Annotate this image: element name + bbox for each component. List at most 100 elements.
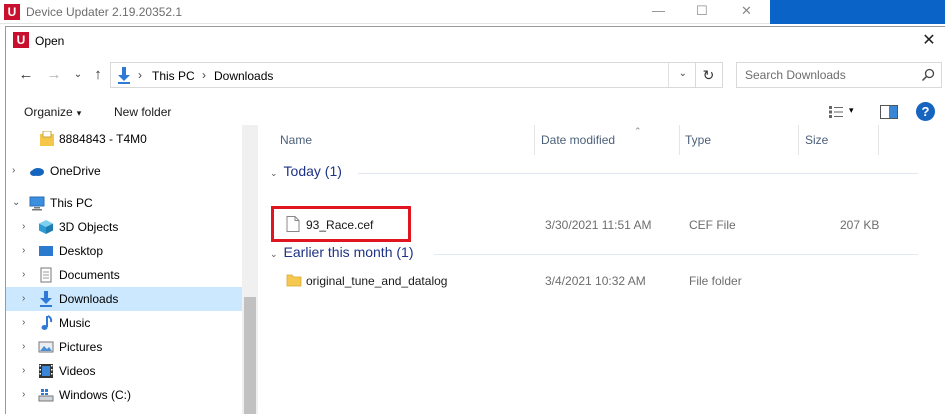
search-input[interactable] (737, 63, 917, 87)
navigation-pane: 8884843 - T4M0 › OneDrive ⌄ This PC › 3D… (6, 125, 258, 414)
background-close-icon[interactable]: ✕ (741, 3, 752, 19)
nav-item-quick-access-folder[interactable]: 8884843 - T4M0 (6, 127, 242, 151)
address-bar[interactable]: › This PC › Downloads ⌄ (110, 62, 696, 88)
view-dropdown-icon[interactable]: ▾ (849, 105, 854, 116)
dialog-close-button[interactable]: ✕ (917, 29, 941, 53)
document-icon (40, 267, 52, 283)
column-divider[interactable] (798, 125, 799, 155)
organize-caret-icon: ▾ (76, 108, 82, 118)
view-options-icon[interactable] (828, 105, 844, 119)
desktop-icon (39, 246, 53, 256)
forward-button[interactable]: → (44, 65, 64, 85)
column-divider[interactable] (534, 125, 535, 155)
group-header-today[interactable]: ⌄ Today (1) (270, 163, 342, 179)
expand-chevron-icon[interactable]: › (22, 341, 25, 352)
command-toolbar: Organize ▾ New folder ▾ ? (6, 99, 945, 125)
nav-item-pictures[interactable]: › Pictures (6, 335, 242, 359)
desktop-background (770, 0, 945, 24)
nav-item-label: Downloads (59, 292, 119, 306)
nav-item-desktop[interactable]: › Desktop (6, 239, 242, 263)
sort-indicator-icon: ⌃ (634, 126, 642, 136)
column-header-size[interactable]: Size (805, 133, 828, 147)
expand-chevron-icon[interactable]: › (12, 165, 15, 176)
expand-chevron-icon[interactable]: › (22, 365, 25, 376)
nav-item-label: Videos (59, 364, 96, 378)
column-header-name[interactable]: Name (280, 133, 312, 147)
column-header-type[interactable]: Type (685, 133, 711, 147)
organize-label: Organize (24, 105, 73, 119)
drive-icon (38, 389, 54, 402)
nav-item-documents[interactable]: › Documents (6, 263, 242, 287)
nav-item-label: OneDrive (50, 164, 101, 178)
nav-scrollbar-thumb[interactable] (244, 297, 256, 414)
downloads-location-icon (118, 67, 130, 84)
expand-chevron-icon[interactable]: › (22, 317, 25, 328)
nav-item-label: Pictures (59, 340, 103, 354)
background-app-titlebar: U Device Updater 2.19.20352.1 — ☐ ✕ (0, 0, 770, 24)
folder-icon (286, 274, 302, 287)
nav-item-label: 8884843 - T4M0 (59, 132, 147, 146)
nav-item-music[interactable]: › Music (6, 311, 242, 335)
back-button[interactable]: ← (16, 65, 36, 85)
breadcrumb-downloads[interactable]: Downloads (214, 69, 273, 83)
expand-chevron-icon[interactable]: › (22, 389, 25, 400)
nav-item-label: This PC (50, 196, 93, 210)
nav-item-this-pc[interactable]: ⌄ This PC (6, 191, 242, 215)
search-box[interactable] (736, 62, 942, 88)
cloud-icon (30, 168, 44, 176)
breadcrumb-separator: › (202, 68, 206, 82)
expand-chevron-icon[interactable]: › (22, 245, 25, 256)
collapse-chevron-icon[interactable]: ⌄ (12, 197, 20, 208)
new-folder-button[interactable]: New folder (114, 105, 171, 119)
navigation-row: ← → ⌄ ↑ › This PC › Downloads ⌄ ↻ (6, 59, 945, 91)
dialog-logo-icon: U (13, 32, 29, 48)
group-collapse-icon[interactable]: ⌄ (270, 168, 278, 178)
nav-item-3d-objects[interactable]: › 3D Objects (6, 215, 242, 239)
expand-chevron-icon[interactable]: › (22, 269, 25, 280)
group-divider-line (358, 173, 918, 174)
picture-icon (38, 341, 54, 353)
refresh-button[interactable]: ↻ (695, 62, 723, 88)
maximize-icon[interactable]: ☐ (696, 3, 708, 19)
up-button[interactable]: ↑ (88, 65, 108, 85)
group-label: Today (1) (283, 163, 342, 179)
file-list: ⌃ Name Date modified Type Size ⌄ Today (1… (258, 125, 945, 414)
column-header-date-modified[interactable]: Date modified (541, 133, 615, 147)
nav-item-windows-drive[interactable]: › Windows (C:) (6, 383, 242, 407)
download-icon (40, 291, 52, 307)
nav-item-downloads[interactable]: › Downloads (6, 287, 242, 311)
file-date-modified: 3/4/2021 10:32 AM (545, 274, 646, 288)
nav-item-label: Documents (59, 268, 120, 282)
file-row[interactable]: original_tune_and_datalog 3/4/2021 10:32… (258, 268, 945, 292)
preview-pane-icon[interactable] (880, 105, 898, 119)
recent-locations-button[interactable]: ⌄ (68, 65, 88, 85)
file-name: original_tune_and_datalog (306, 274, 448, 288)
open-dialog: U Open ✕ ← → ⌄ ↑ › This PC › Downloads ⌄… (5, 26, 945, 414)
group-collapse-icon[interactable]: ⌄ (270, 249, 278, 259)
nav-item-label: Music (59, 316, 91, 330)
address-dropdown-icon[interactable]: ⌄ (679, 68, 687, 79)
nav-item-onedrive[interactable]: › OneDrive (6, 159, 242, 183)
expand-chevron-icon[interactable]: › (22, 221, 25, 232)
breadcrumb-this-pc[interactable]: This PC (152, 69, 195, 83)
nav-item-label: Windows (C:) (59, 388, 132, 402)
cube-icon (39, 220, 53, 234)
group-header-earlier-this-month[interactable]: ⌄ Earlier this month (1) (270, 244, 413, 260)
dialog-title: Open (35, 34, 65, 48)
video-icon (39, 364, 53, 378)
group-label: Earlier this month (1) (283, 244, 414, 260)
address-divider (668, 63, 669, 87)
computer-icon (29, 196, 45, 211)
file-size: 207 KB (840, 218, 880, 232)
search-icon[interactable] (921, 68, 935, 82)
help-icon[interactable]: ? (916, 102, 935, 121)
column-divider[interactable] (679, 125, 680, 155)
sticky-folder-icon (40, 131, 54, 146)
breadcrumb-separator: › (138, 68, 142, 82)
file-type: File folder (689, 274, 742, 288)
minimize-icon[interactable]: — (652, 3, 665, 18)
organize-button[interactable]: Organize ▾ (24, 105, 81, 119)
column-divider[interactable] (878, 125, 879, 155)
nav-item-videos[interactable]: › Videos (6, 359, 242, 383)
expand-chevron-icon[interactable]: › (22, 293, 25, 304)
